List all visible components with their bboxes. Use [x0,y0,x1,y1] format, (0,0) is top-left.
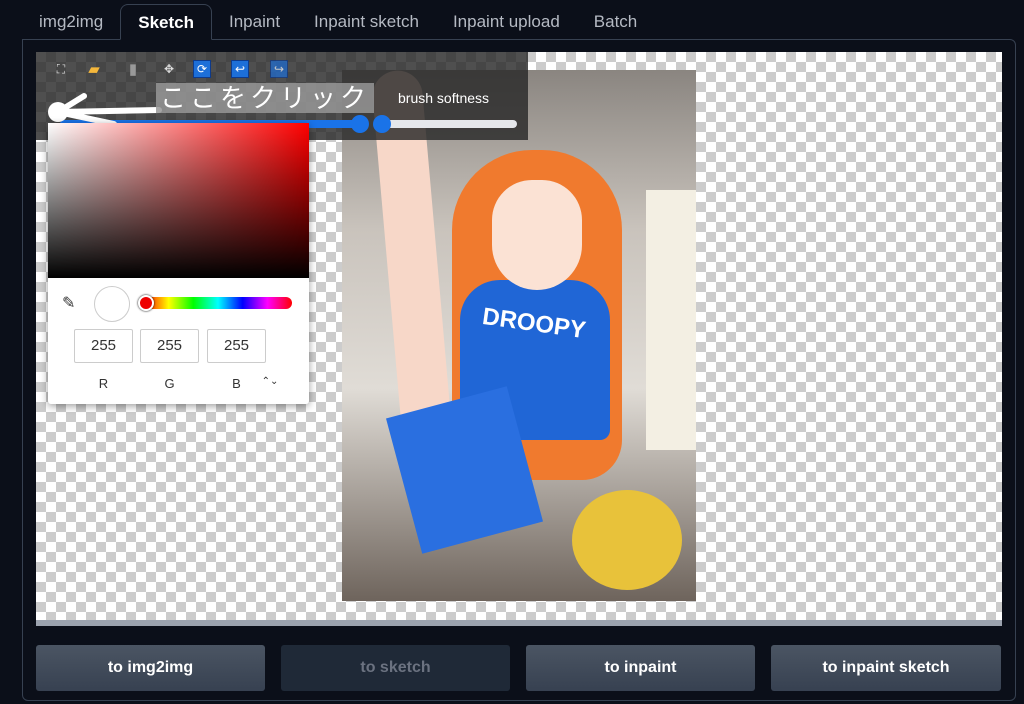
folder-icon[interactable]: ▰ [85,60,103,78]
red-label: R [98,376,109,391]
to-inpaint-sketch-button[interactable]: to inpaint sketch [771,645,1001,691]
saturation-value-area[interactable] [48,123,309,278]
current-color-swatch [94,286,130,322]
green-label: G [164,376,175,391]
brush-softness-knob[interactable] [373,115,391,133]
to-sketch-button[interactable]: to sketch [281,645,510,691]
hue-knob[interactable] [138,295,154,311]
hue-slider[interactable] [144,297,292,309]
tab-bar: img2img Sketch Inpaint Inpaint sketch In… [22,4,654,40]
uploaded-image: DROOPY [342,70,696,601]
tab-img2img[interactable]: img2img [22,4,120,40]
image-window [646,190,696,450]
brush-softness-label: brush softness [398,90,490,106]
to-inpaint-button[interactable]: to inpaint [526,645,755,691]
green-input[interactable]: 255 [140,329,199,363]
image-face [492,180,582,290]
canvas-scrollbar[interactable] [36,620,1002,626]
eyedropper-icon[interactable]: ✎ [62,293,75,313]
reset-icon[interactable]: ⟳ [193,60,211,78]
image-pompom [572,490,682,590]
color-picker: ✎ 255 255 255 R G B ⌃⌄ [48,123,309,404]
format-toggle-icon[interactable]: ⌃⌄ [240,376,300,387]
brush-radius-knob[interactable] [351,115,369,133]
tab-sketch[interactable]: Sketch [120,4,212,40]
move-icon[interactable]: ✥ [160,60,178,78]
red-input[interactable]: 255 [74,329,133,363]
brush-softness-slider[interactable] [380,120,517,128]
tab-inpaint[interactable]: Inpaint [212,4,297,40]
tab-batch[interactable]: Batch [577,4,654,40]
annotation-label: ここをクリック [156,83,375,113]
trash-icon[interactable]: ▮ [124,60,142,78]
blue-input[interactable]: 255 [207,329,266,363]
fullscreen-icon[interactable]: ⛶ [52,60,70,78]
tab-inpaint-sketch[interactable]: Inpaint sketch [297,4,436,40]
to-img2img-button[interactable]: to img2img [36,645,265,691]
tab-inpaint-upload[interactable]: Inpaint upload [436,4,577,40]
redo-icon[interactable]: ↪ [270,60,288,78]
undo-icon[interactable]: ↩ [231,60,249,78]
